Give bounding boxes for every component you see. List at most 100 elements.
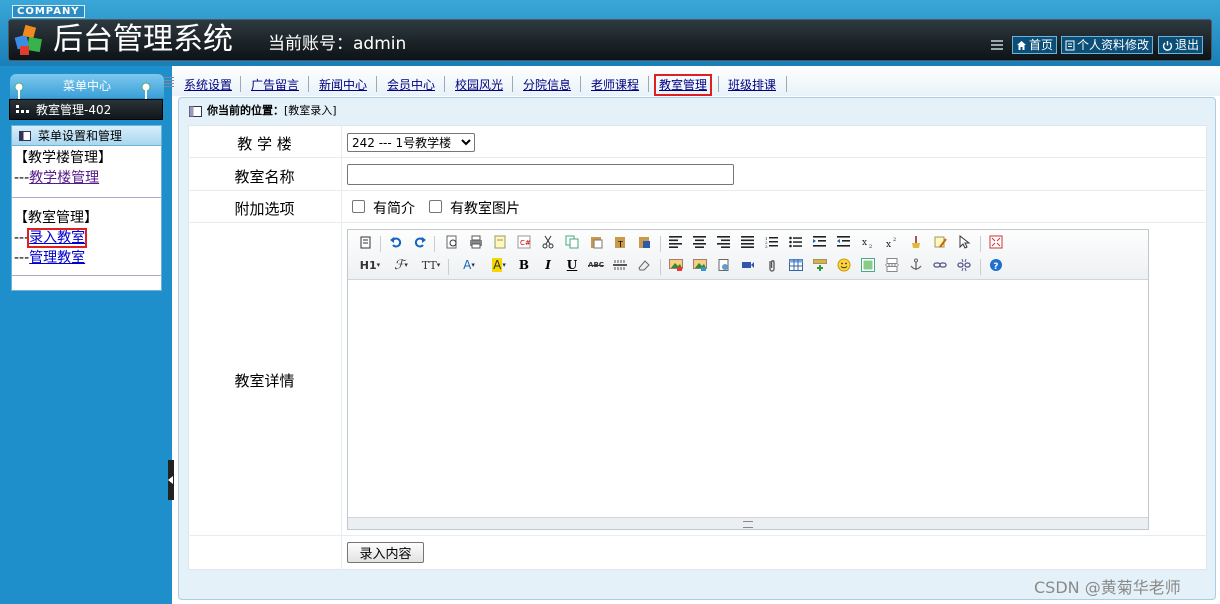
font-size-dropdown[interactable]: TT ▾ [418, 255, 444, 275]
bg-color-label: A [492, 258, 503, 272]
ordered-list-icon[interactable]: 123 [762, 232, 782, 252]
has-image-checkbox[interactable] [429, 200, 442, 213]
classroom-name-input[interactable] [347, 164, 734, 185]
select-all-icon[interactable] [954, 232, 974, 252]
paste-text-icon[interactable]: T [610, 232, 630, 252]
nav-member-center[interactable]: 会员中心 [387, 77, 435, 93]
svg-text:x: x [886, 240, 891, 248]
profile-edit-button[interactable]: 个人资料修改 [1061, 36, 1154, 54]
account-info: 当前账号：admin [268, 33, 406, 55]
eraser-icon[interactable] [634, 255, 654, 275]
font-family-dropdown[interactable]: ℱ ▾ [388, 255, 414, 275]
editor-content-area[interactable] [348, 280, 1148, 517]
nav-class-schedule[interactable]: 班级排课 [728, 77, 776, 93]
fullscreen-icon[interactable] [986, 232, 1006, 252]
print-icon[interactable] [466, 232, 486, 252]
insert-table-icon[interactable] [786, 255, 806, 275]
bold-button[interactable]: B [514, 255, 534, 275]
breadcrumb-value: [教室录入] [284, 104, 337, 117]
align-justify-icon[interactable] [738, 232, 758, 252]
strikethrough-button[interactable]: ABC [586, 255, 606, 275]
redo-icon[interactable] [410, 232, 430, 252]
nav-classroom-management[interactable]: 教室管理 [653, 74, 713, 96]
nav-system-settings[interactable]: 系统设置 [184, 77, 232, 93]
nav-separator [786, 76, 787, 92]
font-color-dropdown[interactable]: A ▾ [456, 255, 482, 275]
link-icon[interactable] [930, 255, 950, 275]
app-title: 后台管理系统 [53, 22, 233, 57]
align-center-icon[interactable] [690, 232, 710, 252]
has-intro-label: 有简介 [373, 201, 415, 217]
insert-gallery-icon[interactable] [690, 255, 710, 275]
submit-button[interactable]: 录入内容 [347, 542, 424, 563]
nav-teacher-courses[interactable]: 老师课程 [591, 77, 639, 93]
menu-link-add-classroom[interactable]: 录入教室 [27, 228, 88, 248]
toolbar-separator [660, 259, 661, 275]
building-label: 教 学 楼 [237, 135, 292, 153]
logout-button[interactable]: 退出 [1158, 36, 1204, 54]
grid-icon [16, 105, 29, 113]
room-title: 教室管理-402 [9, 99, 163, 120]
cut-icon[interactable] [538, 232, 558, 252]
nav-news-center[interactable]: 新闻中心 [319, 77, 367, 93]
form-row-options: 附加选项 [188, 191, 1207, 223]
nav-separator [580, 76, 581, 92]
heading-dropdown[interactable]: H1 ▾ [356, 255, 384, 275]
toolbar-separator [980, 236, 981, 252]
attachment-icon[interactable] [762, 255, 782, 275]
format-brush-icon[interactable] [906, 232, 926, 252]
row-divider [341, 158, 342, 190]
source-icon[interactable] [356, 232, 376, 252]
home-button[interactable]: 首页 [1012, 36, 1058, 54]
indent-icon[interactable] [810, 232, 830, 252]
image-frame-icon[interactable] [858, 255, 878, 275]
code-icon[interactable]: C# [514, 232, 534, 252]
unlink-icon[interactable] [954, 255, 974, 275]
emoticon-icon[interactable] [834, 255, 854, 275]
paste-icon[interactable] [586, 232, 606, 252]
template-icon[interactable] [490, 232, 510, 252]
insert-image-icon[interactable] [666, 255, 686, 275]
paste-word-icon[interactable] [634, 232, 654, 252]
nav-ads-messages[interactable]: 广告留言 [251, 77, 299, 93]
chevron-down-icon: ▾ [471, 261, 475, 269]
building-select[interactable]: 242 --- 1号教学楼 [347, 133, 475, 152]
copy-icon[interactable] [562, 232, 582, 252]
editor-resize-handle[interactable] [348, 517, 1148, 529]
unordered-list-icon[interactable] [786, 232, 806, 252]
svg-text:C#: C# [520, 239, 531, 247]
subscript-icon[interactable]: x2 [858, 232, 878, 252]
align-left-icon[interactable] [666, 232, 686, 252]
nav-campus-scenery[interactable]: 校园风光 [455, 77, 503, 93]
menu-link-row: ---录入教室 [14, 228, 161, 248]
help-icon[interactable]: ? [986, 255, 1006, 275]
classroom-name-label: 教室名称 [234, 168, 295, 186]
rich-text-editor: C# T 123 x2 x2 H1 ▾ ℱ ▾ TT ▾ A ▾ A ▾ B I U AB… [347, 229, 1149, 530]
clear-format-icon[interactable] [930, 232, 950, 252]
italic-button[interactable]: I [538, 255, 558, 275]
has-intro-checkbox[interactable] [352, 200, 365, 213]
menu-link-manage-classroom[interactable]: 管理教室 [29, 250, 85, 266]
insert-attachment-image-icon[interactable] [714, 255, 734, 275]
underline-button[interactable]: U [562, 255, 582, 275]
page-break-icon[interactable] [882, 255, 902, 275]
sidebar-collapse-handle[interactable] [168, 460, 174, 500]
align-right-icon[interactable] [714, 232, 734, 252]
strikethrough-label: ABC [588, 261, 604, 269]
nav-separator [718, 76, 719, 92]
menu-link-building-manage[interactable]: 教学楼管理 [29, 170, 99, 186]
nav-branch-info[interactable]: 分院信息 [523, 77, 571, 93]
company-badge: COMPANY [12, 5, 85, 18]
breadcrumb-label: 你当前的位置： [207, 104, 284, 117]
undo-icon[interactable] [386, 232, 406, 252]
toolbar-separator [434, 236, 435, 252]
anchor-icon[interactable] [906, 255, 926, 275]
menu-panel: 菜单设置和管理 【教学楼管理】 ---教学楼管理 【教室管理】 ---录入教室 … [11, 125, 162, 291]
bg-color-dropdown[interactable]: A ▾ [486, 255, 512, 275]
insert-row-icon[interactable] [810, 255, 830, 275]
insert-video-icon[interactable] [738, 255, 758, 275]
preview-icon[interactable] [442, 232, 462, 252]
horizontal-rule-icon[interactable] [610, 255, 630, 275]
outdent-icon[interactable] [834, 232, 854, 252]
superscript-icon[interactable]: x2 [882, 232, 902, 252]
